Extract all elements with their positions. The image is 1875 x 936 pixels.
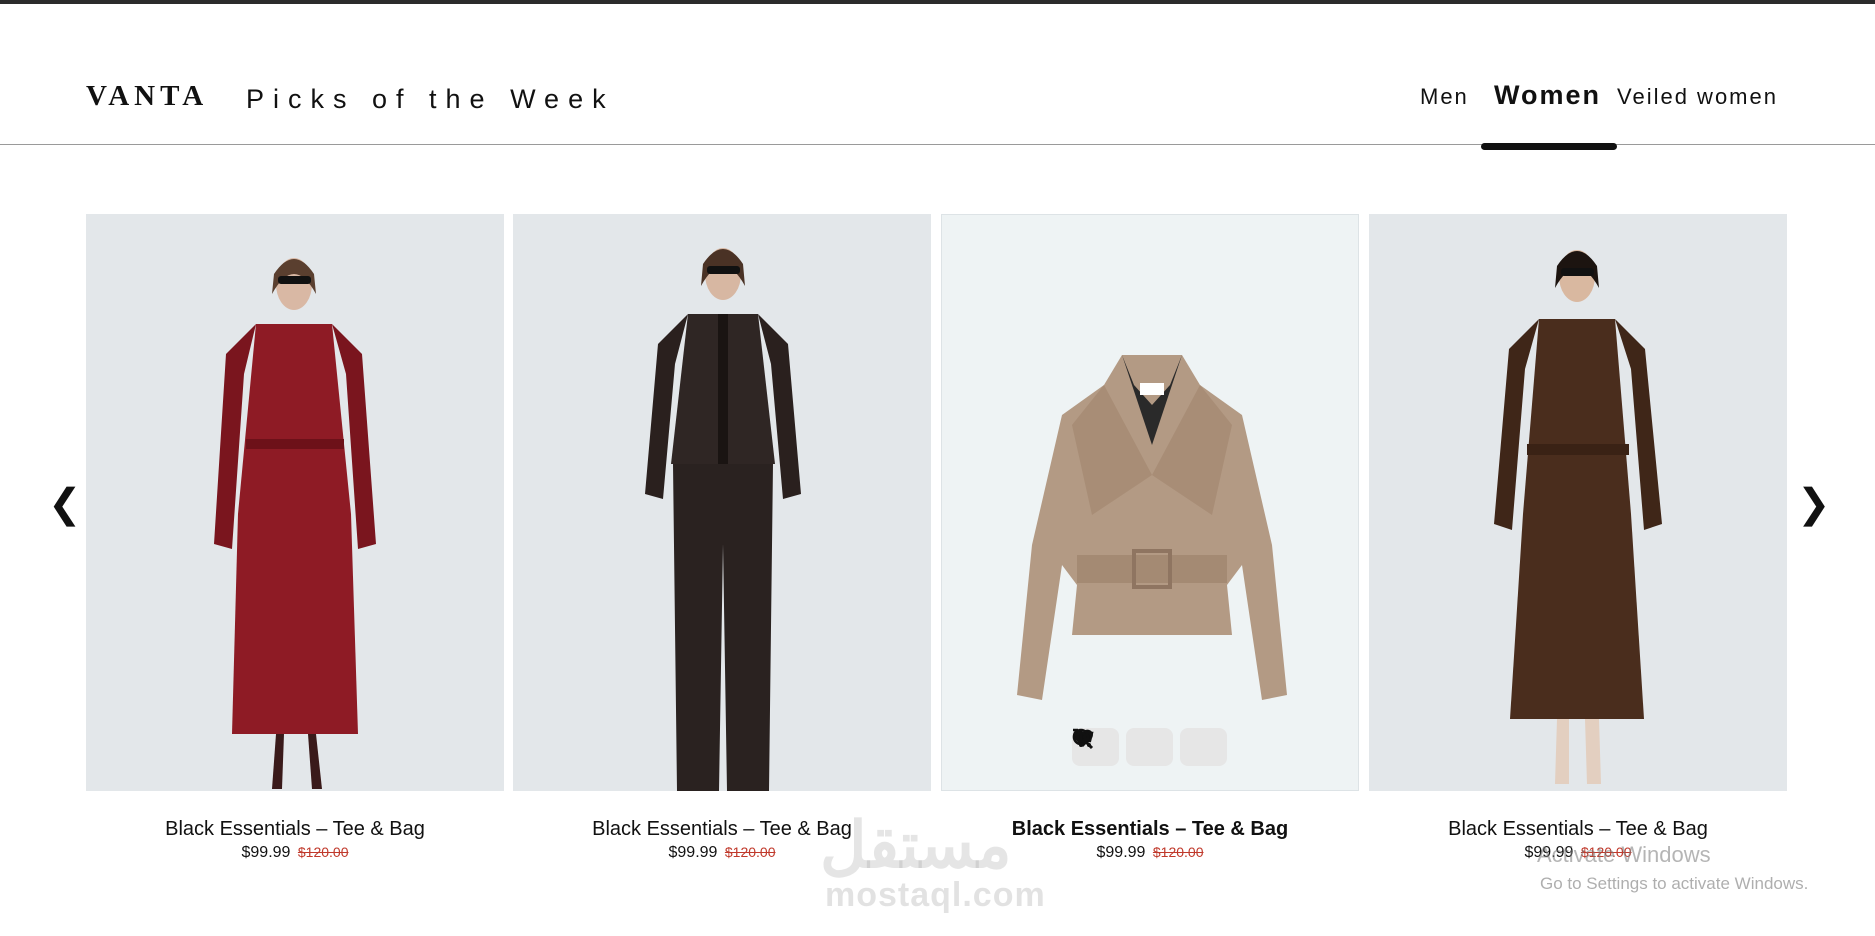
product-image[interactable] [941,214,1359,791]
product-title[interactable]: Black Essentials – Tee & Bag [86,818,504,841]
product-image[interactable] [513,214,931,791]
carousel-prev-button[interactable]: ❮ [48,484,82,524]
product-title[interactable]: Black Essentials – Tee & Bag [1369,818,1787,841]
active-tab-indicator [1481,143,1617,150]
chevron-left-icon: ❮ [48,482,82,526]
windows-activation-title: Activate Windows [1537,842,1711,867]
watermark-logo: مستقل [820,809,1012,881]
site-header: VANTA Picks of the Week Men Women Veiled… [0,4,1875,150]
product-price-row: $99.99 $120.00 [86,844,504,862]
product-card[interactable]: Black Essentials – Tee & Bag $99.99 $120… [513,214,931,861]
product-old-price: $120.00 [724,844,776,860]
brand-logo[interactable]: VANTA [86,80,208,113]
watermark-url: mostaql.com [825,876,1046,914]
product-card[interactable]: Black Essentials – Tee & Bag $99.99 $120… [941,214,1359,861]
product-price: $99.99 [1096,844,1146,861]
product-hover-actions [1072,728,1227,766]
zoom-in-icon [1072,728,1094,750]
tab-veiled-women[interactable]: Veiled women [1617,84,1778,110]
product-old-price: $120.00 [297,844,349,860]
product-old-price: $120.00 [1152,844,1204,860]
add-to-wishlist-button[interactable] [1073,728,1173,766]
chevron-right-icon: ❯ [1797,482,1831,526]
quick-view-button[interactable] [1072,728,1227,766]
section-title: Picks of the Week [246,84,615,114]
product-image[interactable] [1369,214,1787,791]
carousel-next-button[interactable]: ❯ [1797,484,1831,524]
tab-men[interactable]: Men [1420,84,1469,110]
windows-activation-subtitle: Go to Settings to activate Windows. [1540,874,1809,893]
product-image[interactable] [86,214,504,791]
product-card[interactable]: Black Essentials – Tee & Bag $99.99 $120… [86,214,504,861]
tab-women[interactable]: Women [1494,80,1601,111]
product-card[interactable]: Black Essentials – Tee & Bag $99.99 $120… [1369,214,1787,861]
product-price: $99.99 [668,844,718,861]
product-price: $99.99 [241,844,291,861]
